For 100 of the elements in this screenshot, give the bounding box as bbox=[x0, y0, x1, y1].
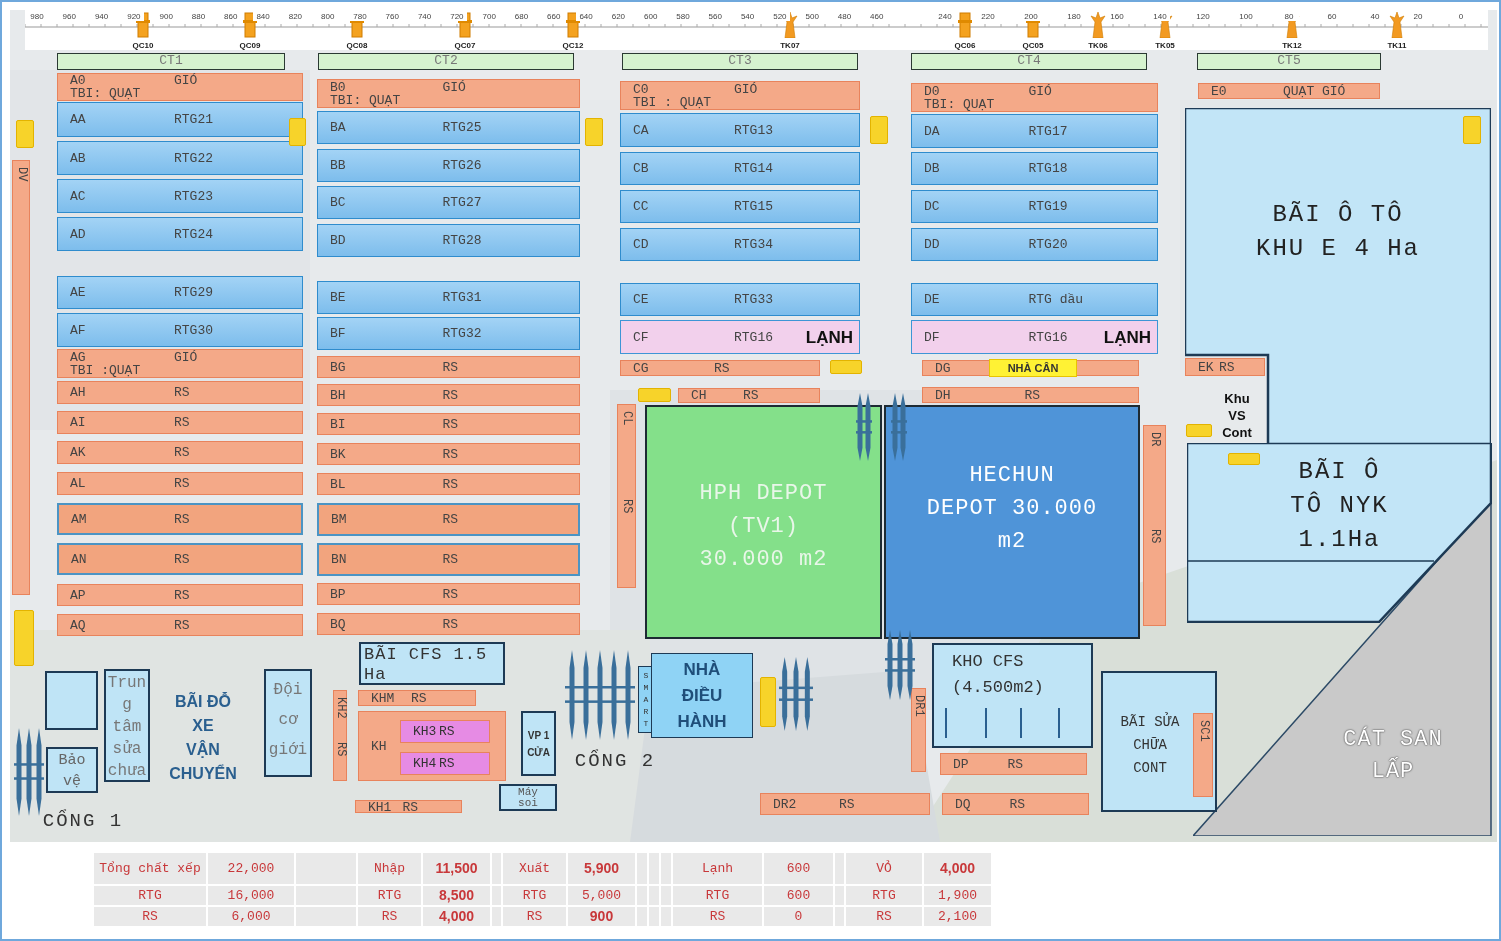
marker bbox=[289, 118, 306, 146]
table-cell: 11,500 bbox=[423, 853, 490, 884]
crane-label: TK06 bbox=[1087, 41, 1109, 51]
block-equipment: RS bbox=[442, 553, 459, 566]
block-code: AA bbox=[70, 113, 87, 126]
crane-label: TK07 bbox=[779, 41, 801, 51]
marker bbox=[16, 120, 34, 148]
zone-header: CT1 bbox=[57, 53, 285, 70]
block-code: BL bbox=[330, 477, 347, 491]
marker bbox=[1186, 424, 1212, 437]
block-equipment: RTG dầu bbox=[1028, 293, 1084, 306]
block-equipment: RS bbox=[714, 361, 730, 375]
block-equipment: RTG13 bbox=[734, 123, 773, 137]
block-equipment: RS bbox=[174, 552, 190, 566]
block-code: AN bbox=[71, 552, 88, 566]
block-equipment: RS bbox=[174, 588, 190, 602]
table-cell: 0 bbox=[764, 907, 833, 926]
block-equipment: RS bbox=[1148, 528, 1161, 543]
block-code: BP bbox=[330, 587, 347, 601]
marker bbox=[830, 360, 862, 374]
table-cell: 5,900 bbox=[568, 853, 635, 884]
block-code: CC bbox=[633, 200, 650, 213]
block-equipment: RS bbox=[439, 757, 455, 770]
block-equipment: RTG33 bbox=[734, 293, 773, 306]
block-code: BK bbox=[330, 447, 347, 461]
block-equipment: RTG34 bbox=[734, 238, 773, 251]
block-code: BF bbox=[330, 327, 347, 340]
block-code: CF bbox=[633, 330, 650, 344]
crane-label: TK05 bbox=[1154, 41, 1176, 51]
block-equipment: GIÓ bbox=[734, 82, 758, 96]
area-label: BÃI Ô TÔ KHU E 4 Ha bbox=[1256, 199, 1420, 264]
block-equipment: RS bbox=[174, 477, 190, 490]
block-equipment: RTG14 bbox=[734, 162, 773, 175]
area-label: KHO CFS (4.500m2) bbox=[952, 651, 1044, 699]
block-equipment: RS bbox=[442, 477, 459, 491]
zone-header: CT4 bbox=[911, 53, 1147, 70]
gate-icon bbox=[856, 393, 872, 461]
block-code: CL bbox=[620, 411, 633, 426]
block-code: KH4 bbox=[413, 757, 438, 770]
block-equipment: RS bbox=[442, 360, 459, 374]
table-cell: Nhập bbox=[358, 853, 421, 884]
block-code: BA bbox=[330, 121, 347, 134]
table-cell: 8,500 bbox=[423, 886, 490, 905]
block-code: DC bbox=[924, 200, 941, 213]
block-equipment: RTG16 bbox=[734, 330, 773, 344]
block-code: KH3 bbox=[413, 725, 438, 738]
table-cell: 22,000 bbox=[208, 853, 294, 884]
block-equipment: RTG16 bbox=[1028, 330, 1068, 344]
crane-icon bbox=[565, 12, 581, 38]
block-equipment: RS bbox=[174, 416, 190, 429]
table-cell: RS bbox=[503, 907, 566, 926]
gate-icon bbox=[891, 393, 907, 461]
table-cell: RTG bbox=[503, 886, 566, 905]
block-code: B0 bbox=[330, 80, 347, 94]
block-equipment: RTG22 bbox=[174, 151, 213, 165]
block-code: C0 bbox=[633, 82, 650, 96]
crane-icon bbox=[957, 12, 973, 38]
table-cell: RS bbox=[846, 907, 922, 926]
zone-header: CT5 bbox=[1197, 53, 1381, 70]
block-note: TBI: QUẠT bbox=[70, 87, 142, 100]
crane-label: QC09 bbox=[238, 41, 262, 51]
block-equipment: GIÓ bbox=[174, 74, 198, 87]
gate-icon bbox=[885, 630, 915, 700]
block-code: AL bbox=[70, 477, 87, 490]
block-code: AI bbox=[70, 416, 87, 429]
block-code: CD bbox=[633, 238, 650, 251]
ruler-label: 580 bbox=[673, 12, 693, 21]
block-code: DE bbox=[924, 293, 941, 306]
table-cell: Lạnh bbox=[673, 853, 762, 884]
block-code: SC1 bbox=[1196, 720, 1210, 742]
block-code: BE bbox=[330, 291, 347, 304]
block-equipment: RS bbox=[442, 417, 459, 431]
block-code: D0 bbox=[924, 84, 941, 98]
block-code: BN bbox=[331, 553, 348, 566]
block-equipment: RTG21 bbox=[174, 113, 213, 126]
block-equipment: RS bbox=[174, 386, 190, 399]
table-cell: 4,000 bbox=[423, 907, 490, 926]
block-equipment: RS bbox=[839, 797, 855, 811]
block-equipment: RS bbox=[620, 499, 633, 514]
block-equipment: RS bbox=[743, 389, 759, 402]
yard-area bbox=[45, 671, 98, 730]
block-code: BG bbox=[330, 360, 347, 374]
block-code: AM bbox=[71, 512, 88, 526]
block-code: DD bbox=[924, 238, 941, 251]
block-code: BC bbox=[330, 196, 347, 209]
block-code: KH1 bbox=[368, 801, 393, 814]
marker bbox=[1463, 116, 1481, 144]
area-label: HPH DEPOT (TV1) 30.000 m2 bbox=[699, 480, 828, 574]
marker bbox=[585, 118, 603, 146]
block-code: DR2 bbox=[773, 797, 798, 811]
block-equipment: RTG30 bbox=[174, 323, 213, 337]
gate-label: CỔNG 2 bbox=[574, 750, 656, 772]
block-equipment: RS bbox=[442, 617, 459, 631]
block-code: EK bbox=[1198, 360, 1215, 374]
block-equipment: RTG19 bbox=[1028, 200, 1068, 213]
block-code: BH bbox=[330, 388, 347, 402]
area-label: BÃI SỬA CHỮA CONT bbox=[1120, 711, 1180, 778]
block-note: LẠNH bbox=[1103, 330, 1152, 344]
block-equipment: GIÓ bbox=[442, 80, 466, 94]
block-note: TBI : QUẠT bbox=[633, 95, 712, 109]
